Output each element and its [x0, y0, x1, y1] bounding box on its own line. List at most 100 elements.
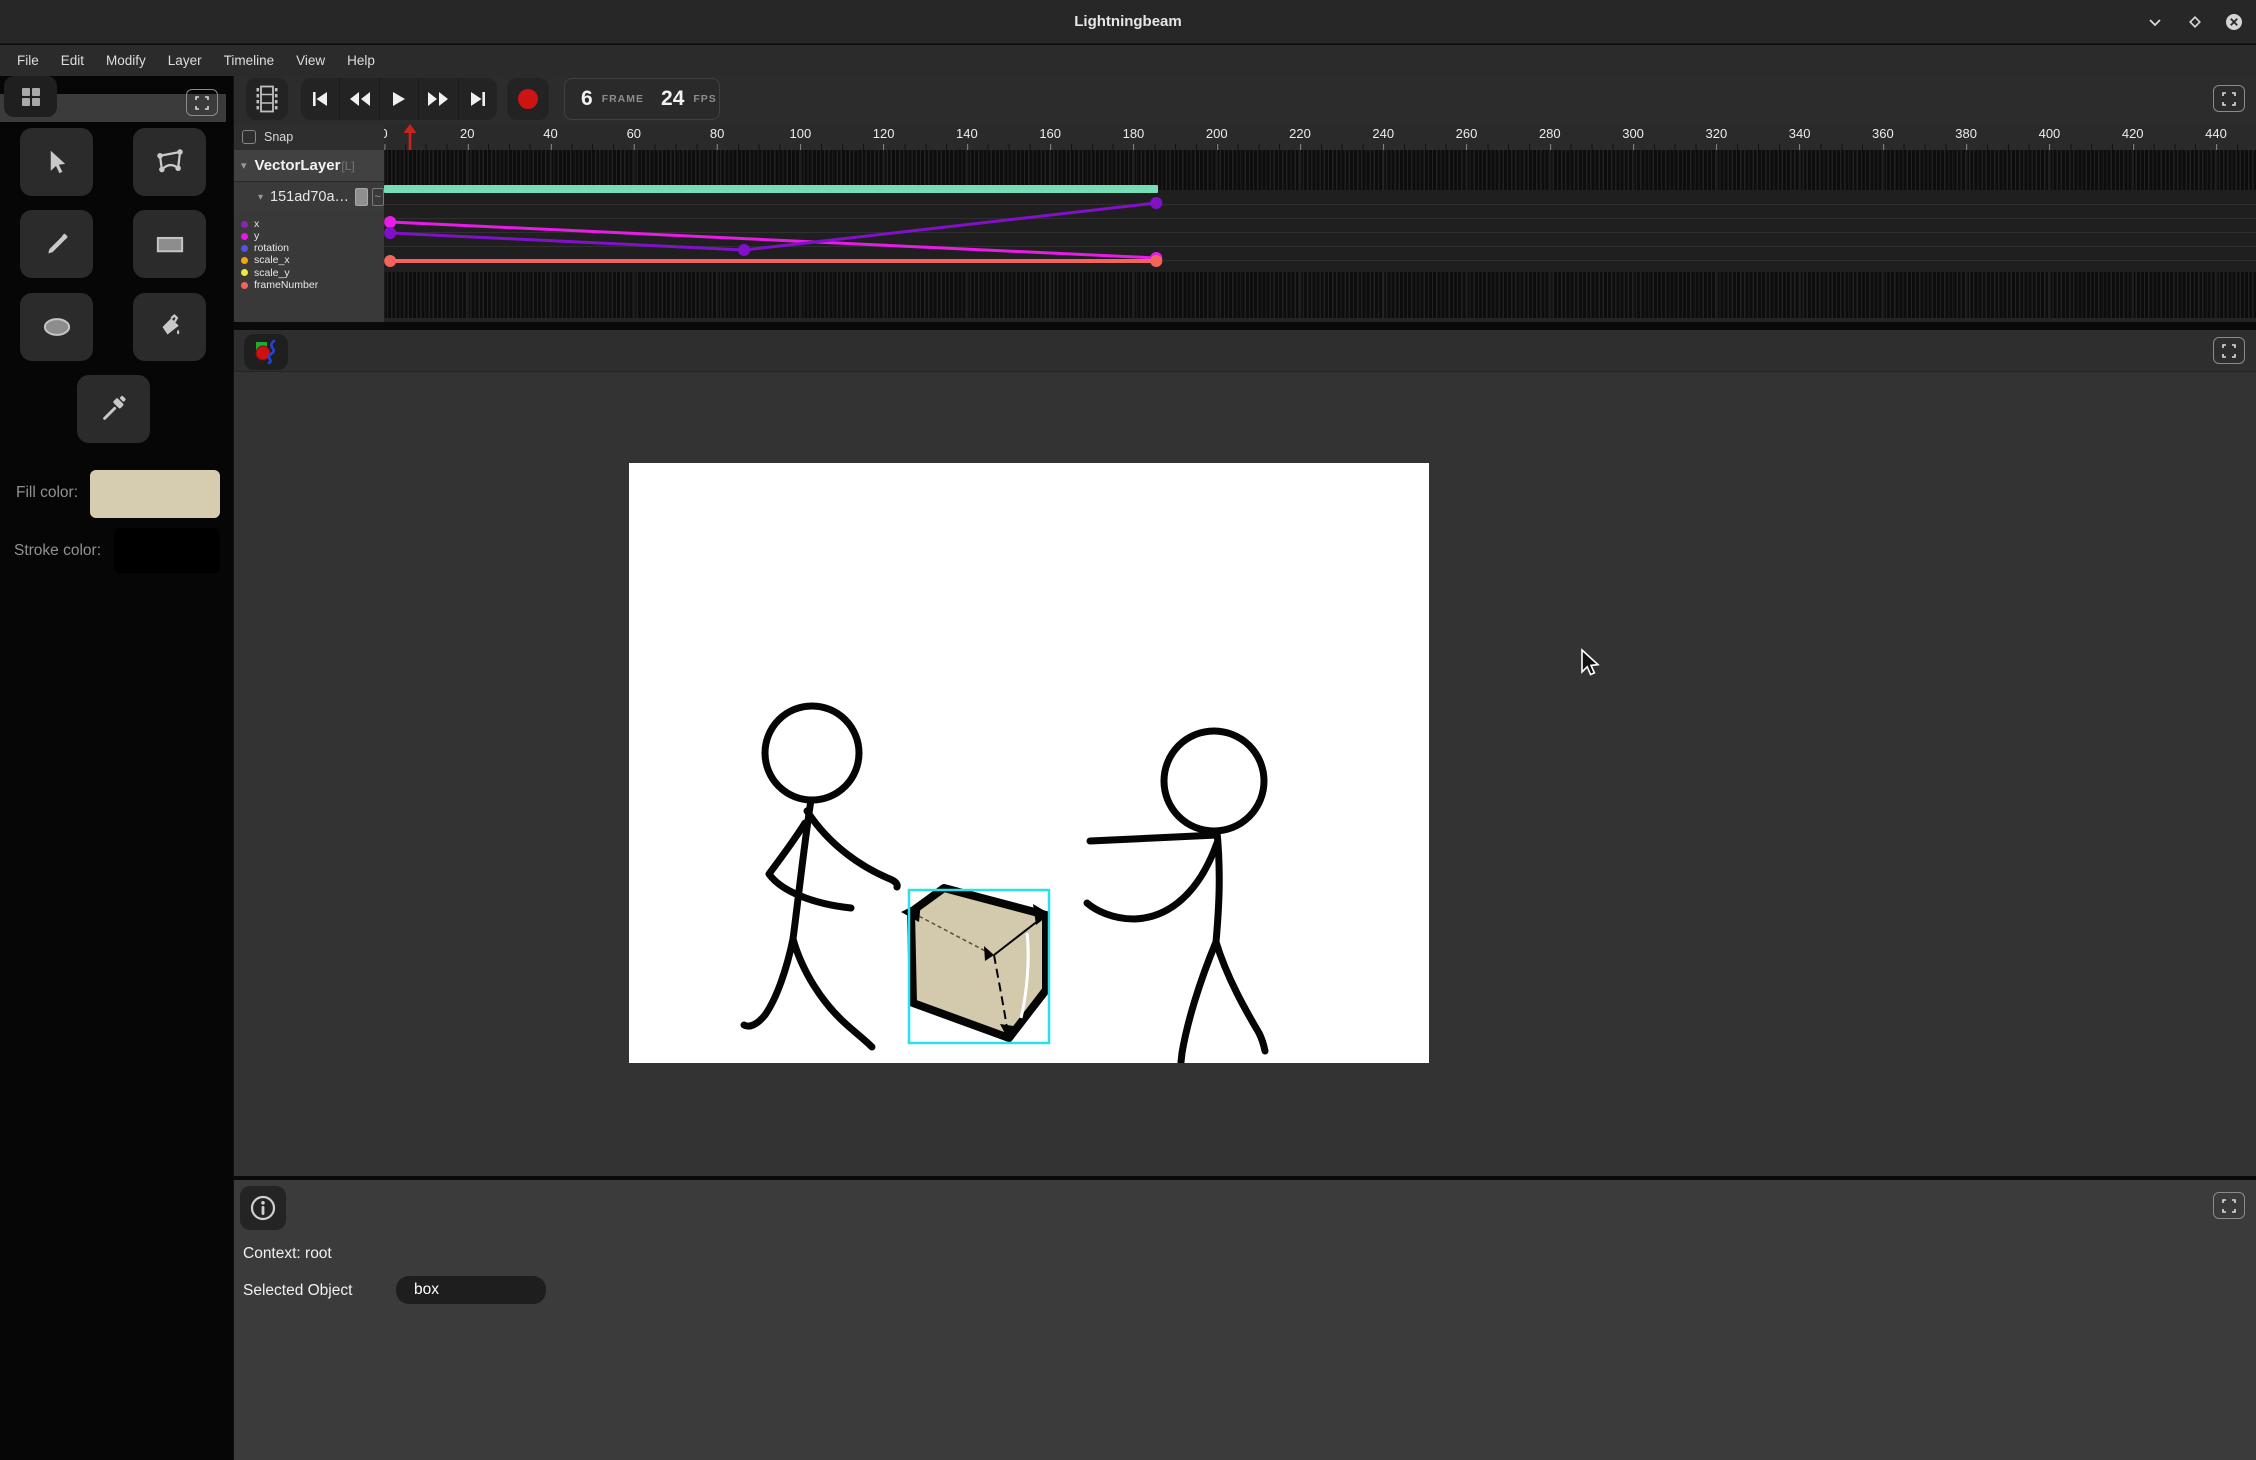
shapes-button[interactable]	[244, 334, 288, 370]
layer-row-sprite[interactable]: ▾ 151ad70a… ~	[234, 182, 384, 212]
keyframe-dot-y	[384, 216, 396, 228]
ellipse-tool-button[interactable]	[20, 293, 93, 361]
info-icon	[250, 1195, 276, 1221]
stick-figure-left	[744, 706, 897, 1047]
property-list: xyrotationscale_x scale_yframeNumber	[234, 218, 384, 291]
title-bar: Lightningbeam	[0, 0, 2256, 44]
ruler-tick-label: 320	[1705, 126, 1727, 141]
playback-controls	[301, 78, 497, 120]
timeline-ruler[interactable]: 0204060801001201401601802002202402602803…	[384, 124, 2256, 150]
playhead[interactable]	[403, 124, 417, 150]
play-button[interactable]	[380, 78, 419, 120]
minimize-button[interactable]	[2141, 8, 2169, 36]
pencil-tool-button[interactable]	[20, 210, 93, 278]
keyframe-curves	[384, 150, 2256, 322]
selected-object-label: Selected Object	[243, 1282, 352, 1300]
chevron-down-icon	[2147, 14, 2163, 30]
inspector-panel: Context: root Selected Object box	[233, 1180, 2256, 1460]
eyedropper-icon	[99, 394, 129, 424]
fps-value: 24	[661, 87, 684, 111]
rewind-button[interactable]	[340, 78, 379, 120]
collapse-triangle-icon[interactable]: ▾	[241, 159, 247, 172]
layers-column: ▾ VectorLayer [L] ▾ 151ad70a… ~ xyrotati…	[234, 150, 384, 322]
sprite-visibility-toggle[interactable]	[355, 188, 367, 206]
fill-color-swatch[interactable]	[90, 470, 220, 518]
select-arrow-icon	[42, 147, 72, 177]
record-button[interactable]	[507, 78, 549, 120]
paint-bucket-tool-button[interactable]	[133, 293, 206, 361]
keyframe-dot-x	[384, 227, 396, 239]
menu-timeline[interactable]: Timeline	[213, 49, 286, 72]
tool-panel: Fill color: Stroke color:	[0, 76, 233, 1460]
stick-figure-right	[1087, 731, 1265, 1062]
timeline-panel: 6 FRAME 24 FPS Snap 02040608010012014016…	[233, 76, 2256, 322]
ruler-tick-label: 100	[790, 126, 812, 141]
ruler-tick-label: 80	[710, 126, 724, 141]
expand-icon	[2222, 1199, 2236, 1213]
skip-to-end-button[interactable]	[459, 78, 497, 120]
frame-counter[interactable]: 6 FRAME 24 FPS	[564, 78, 720, 120]
pencil-icon	[42, 229, 72, 259]
maximize-button[interactable]	[2181, 8, 2209, 36]
expand-icon	[2222, 344, 2236, 358]
property-color-dot	[241, 221, 248, 228]
keyframe-dot-x	[738, 244, 750, 256]
stage[interactable]	[629, 463, 1429, 1063]
box-object	[901, 888, 1050, 1043]
property-row-y[interactable]: y	[234, 230, 384, 242]
property-row-x[interactable]: x	[234, 218, 384, 230]
layer-name: VectorLayer	[255, 157, 341, 174]
canvas-expand-button[interactable]	[2213, 337, 2245, 364]
keyframe-dot-x	[1150, 197, 1162, 209]
menu-view[interactable]: View	[285, 49, 336, 72]
property-name: scale_x	[254, 255, 290, 266]
stroke-color-swatch[interactable]	[114, 528, 220, 573]
ruler-tick-label: 380	[1955, 126, 1977, 141]
tool-panel-expand-button[interactable]	[186, 89, 218, 116]
menu-bar: FileEditModifyLayerTimelineViewHelp	[0, 45, 2256, 76]
close-button[interactable]	[2220, 8, 2248, 36]
menu-edit[interactable]: Edit	[50, 49, 95, 72]
timeline-tracks[interactable]	[384, 150, 2256, 322]
select-tool-button[interactable]	[20, 128, 93, 196]
context-label: Context: root	[243, 1245, 332, 1263]
fast-forward-icon	[427, 91, 449, 107]
property-color-dot	[241, 245, 248, 252]
shapes-icon	[253, 339, 279, 365]
ruler-tick-label: 360	[1872, 126, 1894, 141]
rectangle-tool-button[interactable]	[133, 210, 206, 278]
collapse-triangle-icon[interactable]: ▾	[258, 192, 263, 203]
ruler-tick-label: 140	[956, 126, 978, 141]
snap-checkbox[interactable]	[242, 130, 256, 144]
timeline-expand-button[interactable]	[2213, 85, 2245, 112]
skip-to-start-button[interactable]	[301, 78, 340, 120]
ruler-tick-label: 300	[1622, 126, 1644, 141]
property-row-scale_x[interactable]: scale_x	[234, 255, 384, 267]
transform-tool-button[interactable]	[133, 128, 206, 196]
property-row-scale_y[interactable]: scale_y	[234, 267, 384, 279]
ruler-tick-label: 400	[2039, 126, 2061, 141]
property-name: scale_y	[254, 268, 290, 279]
inspector-expand-button[interactable]	[2213, 1192, 2245, 1219]
ruler-tick-label: 20	[460, 126, 474, 141]
info-button[interactable]	[240, 1186, 286, 1230]
property-row-rotation[interactable]: rotation	[234, 242, 384, 254]
eyedropper-tool-button[interactable]	[77, 375, 150, 443]
keyframe-dot-frameNumber	[384, 255, 396, 267]
menu-modify[interactable]: Modify	[95, 49, 157, 72]
property-row-frameNumber[interactable]: frameNumber	[234, 279, 384, 291]
menu-help[interactable]: Help	[336, 49, 386, 72]
fast-forward-button[interactable]	[419, 78, 458, 120]
layer-row-vectorlayer[interactable]: ▾ VectorLayer [L]	[234, 150, 384, 182]
menu-file[interactable]: File	[6, 49, 50, 72]
skip-start-icon	[311, 91, 329, 107]
panel-grid-button[interactable]	[4, 76, 57, 117]
menu-layer[interactable]: Layer	[157, 49, 213, 72]
selected-object-value[interactable]: box	[396, 1276, 546, 1304]
film-button[interactable]	[246, 78, 288, 120]
app-window: Lightningbeam FileEditModifyLayerTimelin…	[0, 0, 2256, 1460]
snap-label: Snap	[264, 130, 293, 144]
ruler-tick-label: 280	[1539, 126, 1561, 141]
window-title: Lightningbeam	[0, 0, 2256, 44]
sprite-mode-toggle[interactable]: ~	[372, 188, 384, 206]
